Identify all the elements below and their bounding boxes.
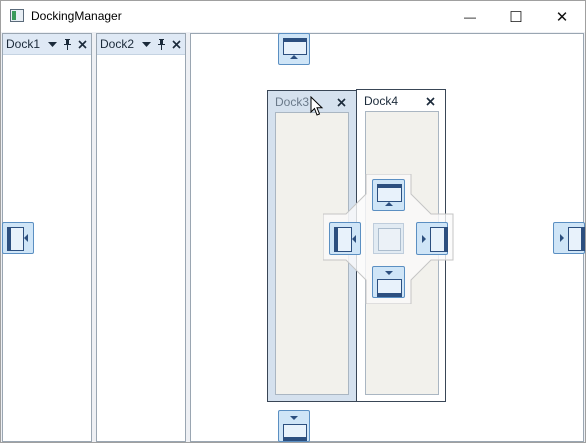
minimize-icon: — [464, 9, 476, 24]
dock-pane-header[interactable]: Dock1 [3, 34, 91, 55]
docking-manager-window: DockingManager — ☐ ✕ Dock1 Dock2 Dock3 D… [0, 0, 586, 443]
close-icon[interactable] [170, 38, 182, 50]
floating-window-header[interactable]: Dock4 [357, 90, 445, 112]
dock-pane-dock2: Dock2 [96, 33, 186, 442]
dock-left-guide[interactable] [329, 222, 361, 255]
pin-icon[interactable] [155, 38, 167, 50]
dropdown-arrow-icon[interactable] [46, 38, 58, 50]
dropdown-arrow-icon[interactable] [140, 38, 152, 50]
maximize-button[interactable]: ☐ [493, 1, 539, 32]
outer-dock-top-guide[interactable] [278, 33, 310, 65]
close-icon[interactable] [76, 38, 88, 50]
floating-window-title: Dock3 [275, 95, 310, 109]
close-button[interactable]: ✕ [539, 1, 585, 32]
dock-pane-title: Dock1 [6, 37, 41, 51]
close-icon[interactable] [424, 95, 436, 107]
mouse-cursor-icon [310, 96, 324, 116]
client-area: Dock1 Dock2 Dock3 Dock4 [1, 32, 585, 442]
maximize-icon: ☐ [509, 8, 523, 26]
dock-right-guide[interactable] [416, 222, 448, 255]
pin-icon[interactable] [61, 38, 73, 50]
app-icon [10, 9, 24, 22]
dock-center-guide[interactable] [373, 223, 404, 254]
dock-top-guide[interactable] [372, 179, 405, 211]
dock-pane-title: Dock2 [100, 37, 135, 51]
outer-dock-right-guide[interactable] [553, 222, 585, 254]
close-icon[interactable] [335, 96, 347, 108]
window-title: DockingManager [31, 9, 122, 23]
close-icon: ✕ [555, 8, 569, 26]
dock-bottom-guide[interactable] [372, 266, 405, 298]
outer-dock-left-guide[interactable] [2, 222, 34, 254]
outer-dock-bottom-guide[interactable] [278, 410, 310, 442]
floating-window-title: Dock4 [364, 94, 399, 108]
dock-pane-header[interactable]: Dock2 [97, 34, 185, 55]
title-bar[interactable]: DockingManager — ☐ ✕ [1, 1, 585, 32]
minimize-button[interactable]: — [447, 1, 493, 32]
